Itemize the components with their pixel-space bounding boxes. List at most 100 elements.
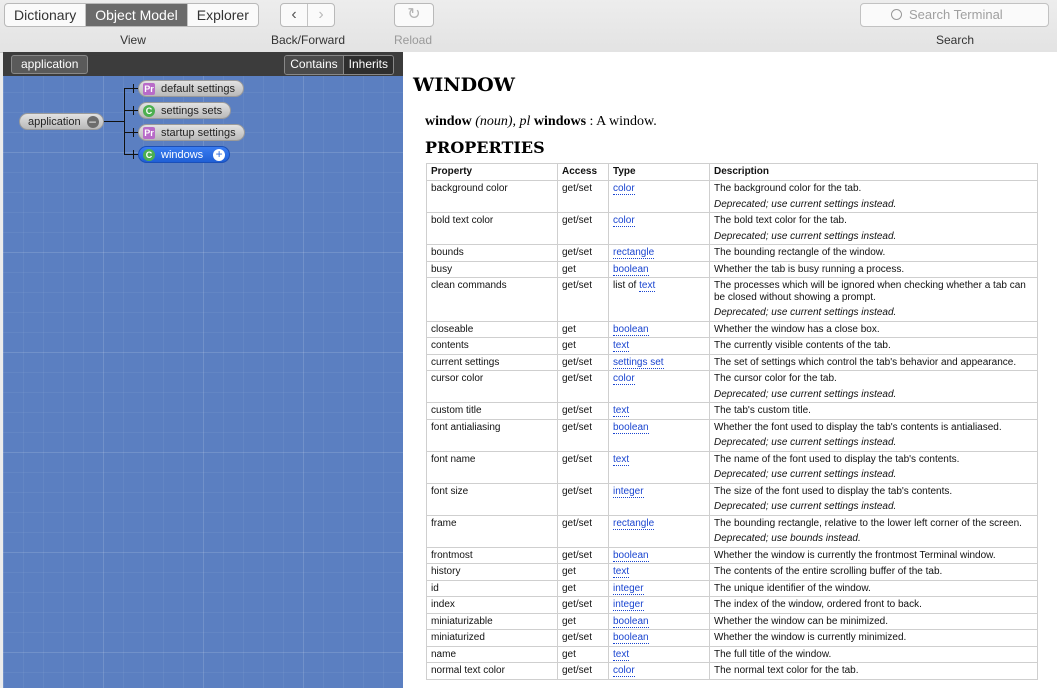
node-label: settings sets — [161, 105, 223, 117]
tab-object-model[interactable]: Object Model — [86, 4, 188, 26]
cell-type: boolean — [608, 546, 710, 564]
node-label: application — [28, 116, 81, 128]
cell-type: boolean — [608, 418, 710, 452]
table-row: clean commands get/set list of text The pro… — [426, 277, 1038, 322]
type-link[interactable]: rectangle — [613, 517, 655, 530]
connector-line — [133, 106, 134, 115]
description-text: The size of the font used to display the… — [714, 485, 953, 497]
type-link[interactable]: color — [613, 215, 635, 227]
cell-property: index — [426, 596, 558, 614]
cell-description: The processes which will be ignored when… — [709, 277, 1038, 322]
cell-type: text — [608, 337, 710, 355]
table-row: busy get boolean Whether the tab is busy ru… — [426, 260, 1038, 278]
node-default-settings[interactable]: Pr default settings — [138, 80, 244, 97]
type-prefix: list of — [613, 280, 640, 291]
connector-line — [133, 84, 134, 93]
deprecation-note: Deprecated; use current settings instead… — [714, 469, 897, 480]
type-link[interactable]: boolean — [613, 263, 649, 276]
forward-button[interactable]: › — [308, 4, 334, 26]
type-link[interactable]: text — [613, 405, 630, 417]
type-link[interactable]: integer — [613, 582, 644, 595]
type-link[interactable]: text — [639, 280, 656, 292]
cell-access: get/set — [557, 482, 609, 516]
breadcrumb[interactable]: application — [11, 55, 89, 74]
description-text: Whether the tab is busy running a proces… — [714, 263, 905, 275]
back-button[interactable]: ‹ — [281, 4, 308, 26]
type-link[interactable]: integer — [613, 485, 644, 498]
table-row: current settings get/set settings set The s… — [426, 353, 1038, 371]
type-link[interactable]: color — [613, 665, 635, 677]
reload-button[interactable]: ↻ — [394, 3, 434, 27]
back-forward-label: Back/Forward — [270, 33, 346, 47]
object-model-graph[interactable]: application Contains Inherits applicatio… — [3, 52, 403, 688]
search-label: Search — [935, 33, 975, 47]
definition-term: window — [425, 114, 472, 129]
type-link[interactable]: boolean — [613, 323, 649, 336]
cell-type: boolean — [608, 260, 710, 278]
type-link[interactable]: text — [613, 566, 630, 578]
type-link[interactable]: text — [613, 340, 630, 352]
collapse-icon[interactable]: – — [86, 115, 99, 128]
deprecation-note: Deprecated; use current settings instead… — [714, 230, 897, 242]
cell-description: The name of the font used to display the… — [709, 450, 1038, 484]
table-row: bounds get/set rectangle The bounding recta… — [426, 244, 1038, 262]
type-link[interactable]: boolean — [613, 421, 649, 434]
search-input[interactable]: Search Terminal — [860, 3, 1049, 27]
cell-description: The bold text color for the tab. Deprecat… — [709, 212, 1038, 245]
cell-description: Whether the window can be minimized. — [709, 612, 1038, 630]
cell-access: get/set — [557, 418, 609, 452]
description-text: The bold text color for the tab. — [714, 215, 847, 226]
cell-type: boolean — [608, 629, 710, 647]
cell-description: Whether the window has a close box. — [709, 320, 1038, 338]
cell-description: The size of the font used to display the… — [709, 482, 1038, 516]
cell-description: The contents of the entire scrolling buf… — [709, 563, 1038, 581]
cell-access: get — [557, 320, 609, 338]
expand-icon[interactable]: + — [213, 148, 226, 161]
deprecation-note: Deprecated; use current settings instead… — [714, 501, 897, 512]
tab-dictionary[interactable]: Dictionary — [5, 4, 87, 26]
type-link[interactable]: rectangle — [613, 247, 655, 259]
cell-access: get — [557, 337, 609, 355]
cell-property: current settings — [426, 353, 558, 371]
type-link[interactable]: text — [613, 648, 630, 661]
tab-inherits[interactable]: Inherits — [343, 56, 393, 74]
description-text: The background color for the tab. — [714, 183, 862, 194]
type-link[interactable]: boolean — [613, 632, 649, 644]
cell-type: boolean — [608, 320, 710, 338]
cell-property: frontmost — [426, 546, 558, 564]
tab-contains[interactable]: Contains — [285, 56, 344, 74]
tab-explorer[interactable]: Explorer — [188, 4, 258, 26]
cell-access: get/set — [557, 370, 609, 403]
reload-icon: ↻ — [407, 6, 421, 23]
cell-description: Whether the window is currently minimize… — [709, 629, 1038, 647]
node-application[interactable]: application – — [19, 113, 104, 130]
description-text: The tab's custom title. — [714, 405, 811, 416]
type-link[interactable]: text — [613, 453, 630, 466]
table-row: name get text The full title of the window. — [426, 645, 1038, 663]
type-link[interactable]: boolean — [613, 549, 649, 562]
type-link[interactable]: color — [613, 183, 635, 195]
description-text: The bounding rectangle of the window. — [714, 247, 886, 258]
node-startup-settings[interactable]: Pr startup settings — [138, 124, 245, 141]
cell-description: The unique identifier of the window. — [709, 579, 1038, 597]
cell-type: list of text — [608, 277, 710, 322]
chevron-right-icon: › — [318, 6, 324, 23]
type-link[interactable]: settings set — [613, 356, 664, 369]
cell-access: get/set — [557, 180, 609, 213]
cell-description: Whether the font used to display the tab… — [709, 418, 1038, 452]
type-link[interactable]: integer — [613, 599, 644, 611]
connector-line — [104, 121, 124, 122]
table-row: frontmost get/set boolean Whether the windo… — [426, 546, 1038, 564]
table-row: background color get/set color The backgrou… — [426, 180, 1038, 213]
cell-type: text — [608, 645, 710, 663]
back-forward-control: ‹ › — [280, 3, 335, 27]
type-link[interactable]: boolean — [613, 615, 649, 628]
deprecation-note: Deprecated; use current settings instead… — [714, 388, 897, 400]
type-link[interactable]: color — [613, 373, 635, 385]
node-windows[interactable]: C windows + — [138, 146, 231, 163]
cell-description: Whether the tab is busy running a proces… — [709, 260, 1038, 278]
cell-description: Whether the window is currently the fron… — [709, 546, 1038, 564]
cell-access: get — [557, 645, 609, 663]
graph-header-bar: application Contains Inherits — [3, 52, 403, 76]
node-settings-sets[interactable]: C settings sets — [138, 102, 232, 119]
